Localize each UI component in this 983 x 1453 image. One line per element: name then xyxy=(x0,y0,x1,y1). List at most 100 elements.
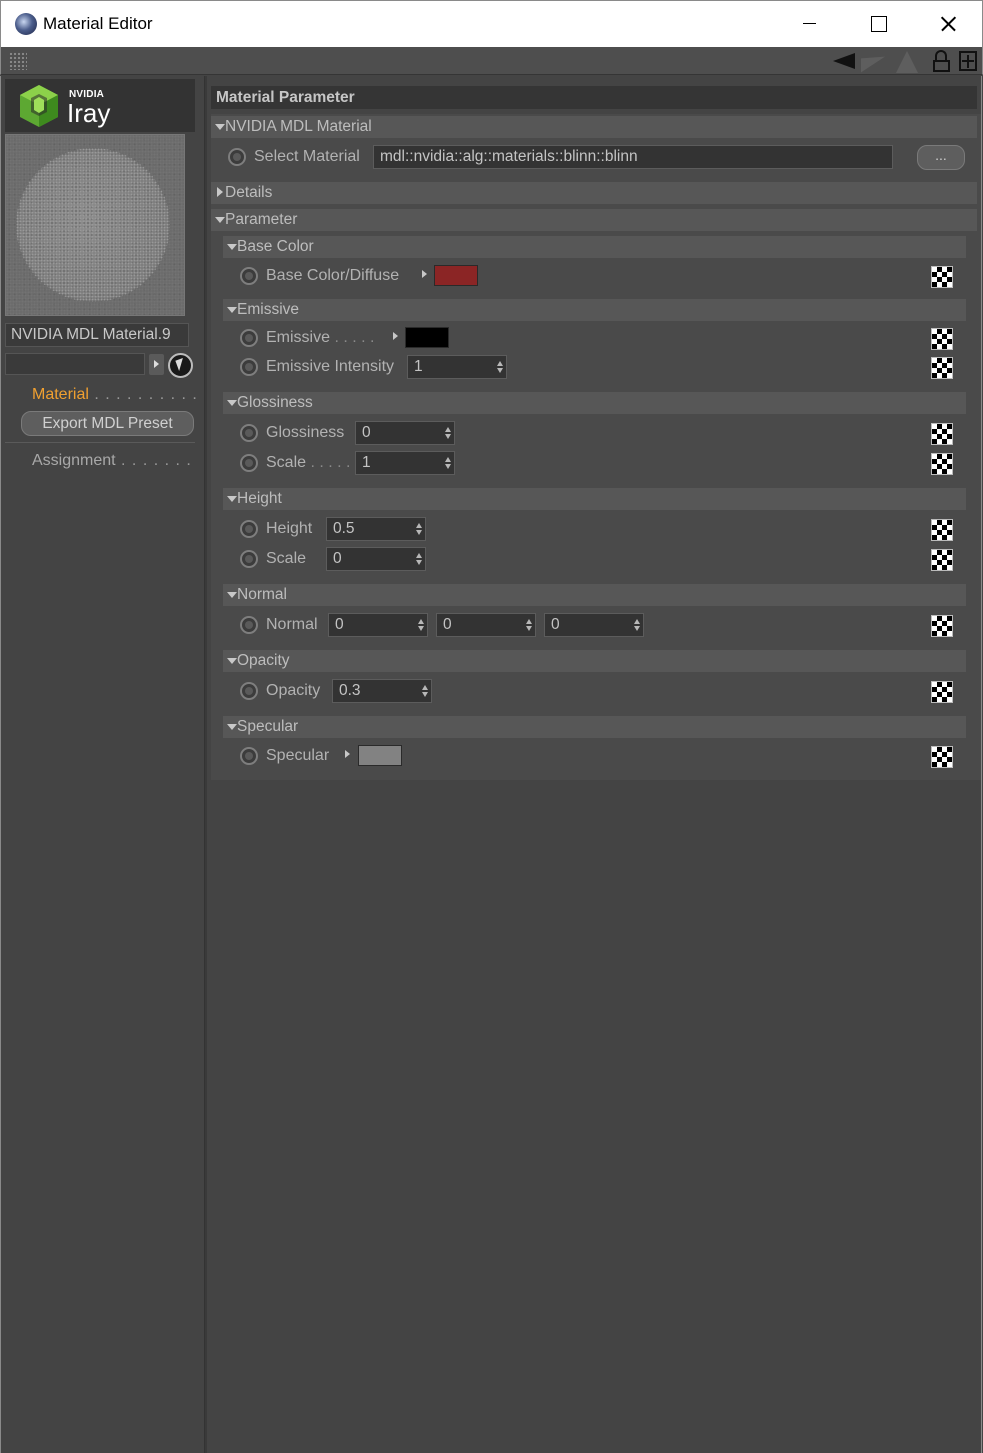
glossiness-scale-radio[interactable] xyxy=(240,454,258,472)
arrow-up-icon[interactable] xyxy=(894,50,920,73)
group-details[interactable]: Details xyxy=(211,182,977,204)
browse-material-button[interactable]: ... xyxy=(917,145,965,170)
emissive-swatch[interactable] xyxy=(405,327,449,348)
link-arrow-button[interactable] xyxy=(149,354,164,375)
height-input[interactable]: 0.5 xyxy=(326,517,426,541)
base-color-swatch[interactable] xyxy=(434,265,478,286)
normal-label: Normal xyxy=(266,616,318,633)
spinner-icon[interactable] xyxy=(416,523,422,535)
texture-checker-icon[interactable] xyxy=(931,519,953,541)
close-button[interactable] xyxy=(913,1,983,47)
lock-icon[interactable] xyxy=(932,50,952,72)
group-base-color[interactable]: Base Color xyxy=(223,236,966,258)
window-title: Material Editor xyxy=(43,14,153,33)
spinner-icon[interactable] xyxy=(416,553,422,565)
specular-swatch[interactable] xyxy=(358,745,402,766)
select-material-field[interactable]: mdl::nvidia::alg::materials::blinn::blin… xyxy=(373,145,893,169)
expand-caret-icon[interactable] xyxy=(422,270,427,278)
group-opacity[interactable]: Opacity xyxy=(223,650,966,672)
emissive-label: Emissive . . . . . xyxy=(266,329,374,347)
nav-material-label: Material xyxy=(32,386,89,403)
normal-radio[interactable] xyxy=(240,616,258,634)
opacity-row: Opacity 0.3 xyxy=(211,678,977,704)
material-preview[interactable] xyxy=(5,134,185,316)
group-normal[interactable]: Normal xyxy=(223,584,966,606)
arrow-left-icon[interactable] xyxy=(831,50,857,72)
group-emissive[interactable]: Emissive xyxy=(223,299,966,321)
group-parameter[interactable]: Parameter xyxy=(211,209,977,231)
emissive-intensity-input[interactable]: 1 xyxy=(407,355,507,379)
opacity-label: Opacity xyxy=(266,682,321,699)
emissive-dots: . . . . . xyxy=(330,329,375,346)
opacity-radio[interactable] xyxy=(240,682,258,700)
spinner-icon[interactable] xyxy=(422,685,428,697)
height-radio[interactable] xyxy=(240,520,258,538)
glossiness-row: Glossiness 0 xyxy=(211,420,977,446)
group-height[interactable]: Height xyxy=(223,488,966,510)
preview-sphere xyxy=(16,148,170,302)
height-scale-radio[interactable] xyxy=(240,550,258,568)
maximize-button[interactable] xyxy=(843,1,913,47)
select-material-row: Select Material mdl::nvidia::alg::materi… xyxy=(211,144,977,170)
minimize-button[interactable] xyxy=(775,1,845,47)
texture-checker-icon[interactable] xyxy=(931,615,953,637)
glossiness-scale-value: 1 xyxy=(362,454,371,471)
glossiness-radio[interactable] xyxy=(240,424,258,442)
expand-caret-icon[interactable] xyxy=(393,332,398,340)
texture-checker-icon[interactable] xyxy=(931,746,953,768)
cinema4d-app-icon xyxy=(15,13,37,35)
group-nvidia-mdl-material[interactable]: NVIDIA MDL Material xyxy=(211,116,977,138)
new-window-icon[interactable] xyxy=(958,50,978,72)
group-specular[interactable]: Specular xyxy=(223,716,966,738)
divider xyxy=(5,442,195,443)
grip-handle-icon[interactable] xyxy=(9,52,27,70)
base-color-row: Base Color/Diffuse xyxy=(211,263,977,289)
nav-material-dots: . . . . . . . . . . xyxy=(88,386,198,403)
emissive-intensity-row: Emissive Intensity 1 xyxy=(211,354,977,380)
specular-radio[interactable] xyxy=(240,747,258,765)
height-scale-label: Scale xyxy=(266,550,307,567)
texture-checker-icon[interactable] xyxy=(931,423,953,445)
opacity-input[interactable]: 0.3 xyxy=(332,679,432,703)
expand-caret-icon[interactable] xyxy=(345,750,350,758)
emissive-intensity-radio[interactable] xyxy=(240,358,258,376)
spinner-icon[interactable] xyxy=(445,427,451,439)
texture-checker-icon[interactable] xyxy=(931,453,953,475)
texture-checker-icon[interactable] xyxy=(931,266,953,288)
spinner-icon[interactable] xyxy=(418,619,424,631)
normal-y-input[interactable]: 0 xyxy=(436,613,536,637)
texture-checker-icon[interactable] xyxy=(931,681,953,703)
glossiness-scale-dots: . . . . . xyxy=(306,454,351,471)
nav-material[interactable]: Material . . . . . . . . . . xyxy=(32,386,198,404)
select-material-radio[interactable] xyxy=(228,148,246,166)
material-parameter-header: Material Parameter xyxy=(211,86,977,109)
arrow-right-icon[interactable] xyxy=(859,50,887,72)
emissive-radio[interactable] xyxy=(240,329,258,347)
group-glossiness[interactable]: Glossiness xyxy=(223,392,966,414)
texture-checker-icon[interactable] xyxy=(931,357,953,379)
glossiness-label: Glossiness xyxy=(266,424,345,441)
glossiness-input[interactable]: 0 xyxy=(355,421,455,445)
glossiness-scale-input[interactable]: 1 xyxy=(355,451,455,475)
export-mdl-preset-button[interactable]: Export MDL Preset xyxy=(21,411,194,436)
select-material-label: Select Material xyxy=(254,148,360,165)
nav-assignment-dots: . . . . . . . xyxy=(115,452,192,469)
normal-z-input[interactable]: 0 xyxy=(544,613,644,637)
base-color-label: Base Color/Diffuse xyxy=(266,267,400,284)
spinner-icon[interactable] xyxy=(526,619,532,631)
specular-label: Specular xyxy=(266,747,330,764)
texture-checker-icon[interactable] xyxy=(931,549,953,571)
nvidia-cube-icon xyxy=(20,85,58,127)
height-label: Height xyxy=(266,520,313,537)
pick-cursor-icon[interactable] xyxy=(168,353,193,378)
link-field[interactable] xyxy=(5,353,145,375)
height-scale-input[interactable]: 0 xyxy=(326,547,426,571)
nav-assignment[interactable]: Assignment . . . . . . . xyxy=(32,452,192,470)
spinner-icon[interactable] xyxy=(497,361,503,373)
spinner-icon[interactable] xyxy=(445,457,451,469)
texture-checker-icon[interactable] xyxy=(931,328,953,350)
spinner-icon[interactable] xyxy=(634,619,640,631)
material-name-field[interactable]: NVIDIA MDL Material.9 xyxy=(5,323,189,347)
normal-x-input[interactable]: 0 xyxy=(328,613,428,637)
base-color-radio[interactable] xyxy=(240,267,258,285)
